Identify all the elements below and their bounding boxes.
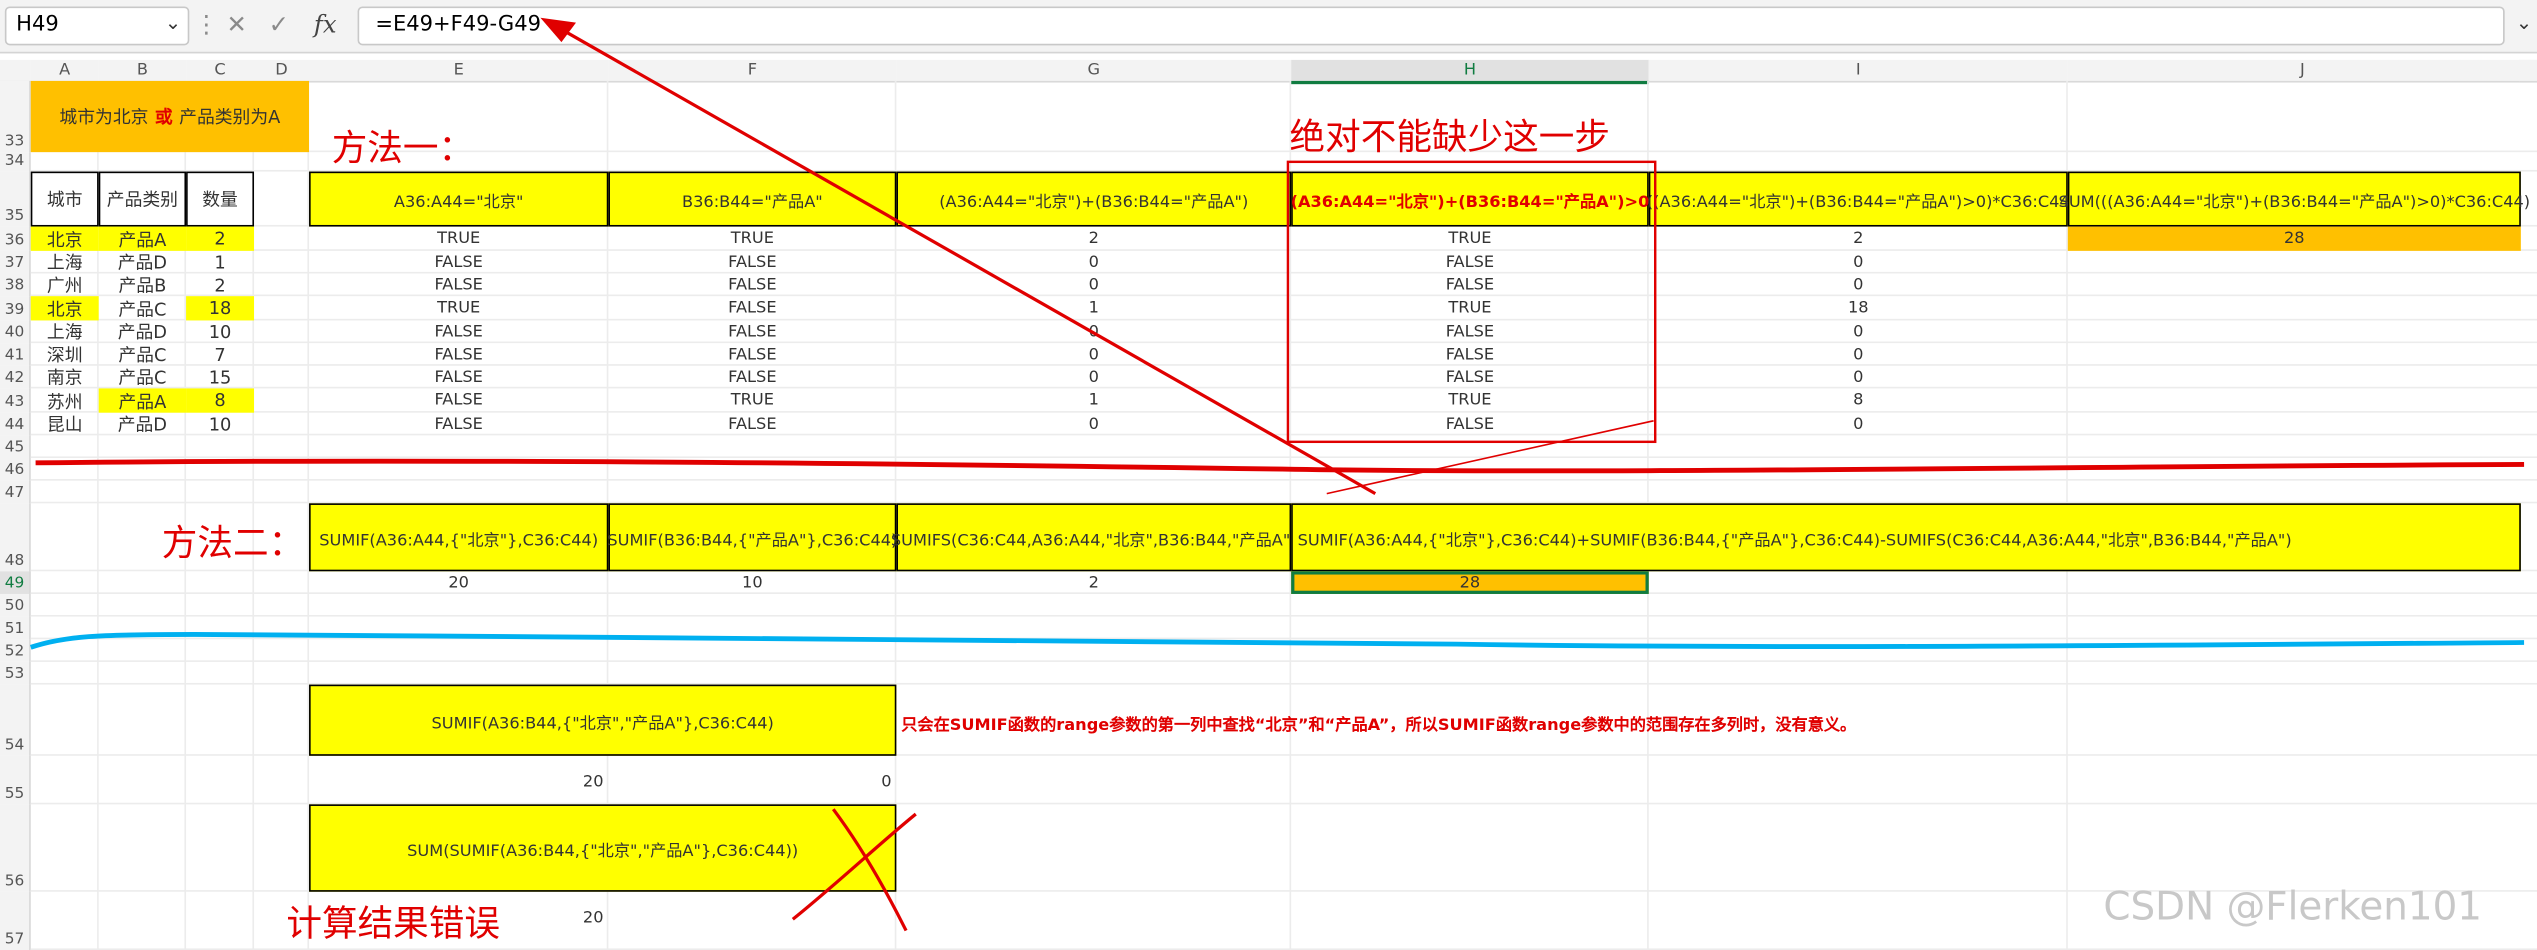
highlight-box xyxy=(1286,160,1657,444)
spreadsheet-window: H49 ⌄ ⋮ ✕ ✓ fx =E49+F49-G49 ⌄ ABCDEFGHIJ… xyxy=(0,0,2537,950)
cross-stroke-2 xyxy=(791,812,917,921)
blue-divider-line xyxy=(29,631,2525,650)
arrow-head-icon xyxy=(540,17,577,43)
annotation-overlay xyxy=(29,17,2525,932)
cross-stroke-1 xyxy=(831,808,908,932)
red-divider-line xyxy=(35,458,2525,474)
arrow-line xyxy=(546,19,1377,496)
arrow-line-thin xyxy=(1326,419,1654,495)
